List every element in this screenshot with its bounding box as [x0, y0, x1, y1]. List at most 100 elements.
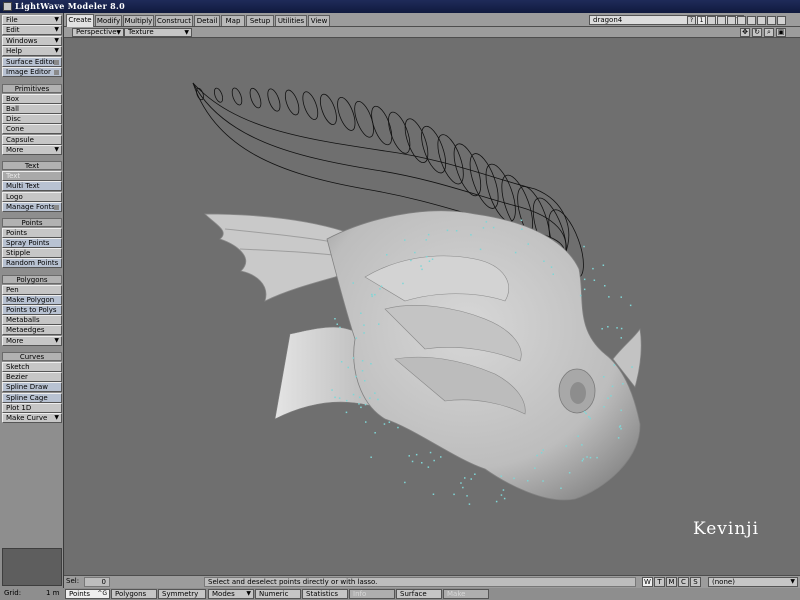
view-type-select[interactable]: Perspective ▼	[72, 28, 124, 37]
layout-5-icon[interactable]	[737, 16, 746, 25]
primitives-more-menu[interactable]: More ▼	[2, 145, 62, 155]
vertex-point	[503, 497, 506, 500]
spline-draw-tool[interactable]: Spline Draw	[2, 382, 62, 392]
vertex-point	[585, 412, 587, 415]
layout-4-icon[interactable]	[727, 16, 736, 25]
modes-menu[interactable]: Modes ▼	[208, 589, 254, 599]
tab-view[interactable]: View	[308, 15, 330, 26]
windows-menu[interactable]: Windows ▼	[2, 36, 62, 46]
layout-2-icon[interactable]	[707, 16, 716, 25]
vertex-point	[464, 477, 466, 479]
tab-create[interactable]: Create	[66, 14, 94, 27]
vertex-point	[420, 265, 422, 267]
points-to-polys-tool[interactable]: Points to Polys	[2, 305, 62, 315]
random-points-tool[interactable]: Random Points	[2, 258, 62, 268]
tab-utilities[interactable]: Utilities	[275, 15, 307, 26]
manage-fonts-tool[interactable]: Manage Fonts	[2, 202, 62, 212]
tab-detail[interactable]: Detail	[194, 15, 220, 26]
tab-map[interactable]: Map	[221, 15, 245, 26]
layer-number-icon[interactable]: ?	[687, 16, 696, 25]
pan-icon[interactable]: ✥	[740, 28, 750, 37]
surface-editor-button[interactable]: Surface Editor	[2, 57, 62, 67]
layer-s-button[interactable]: S	[690, 577, 701, 587]
shortcut-indicator-icon	[54, 205, 59, 210]
button-label: Polygons	[115, 590, 147, 598]
surface-button[interactable]: Surface	[396, 589, 442, 599]
vertex-point	[371, 293, 373, 296]
symmetry-button[interactable]: Symmetry	[158, 589, 206, 599]
edit-menu[interactable]: Edit ▼	[2, 25, 62, 35]
layout-9-icon[interactable]	[777, 16, 786, 25]
logo-tool[interactable]: Logo	[2, 192, 62, 202]
layout-6-icon[interactable]	[747, 16, 756, 25]
spray-points-tool[interactable]: Spray Points	[2, 238, 62, 248]
file-menu[interactable]: File ▼	[2, 15, 62, 25]
perspective-viewport[interactable]: Kevinji	[65, 39, 800, 575]
image-editor-button[interactable]: Image Editor	[2, 67, 62, 77]
vertex-point	[495, 500, 498, 503]
maximize-icon[interactable]: ▣	[776, 28, 786, 37]
layer-m-button[interactable]: M	[666, 577, 677, 587]
window-title: LightWave Modeler 8.0	[15, 1, 125, 11]
points-tool[interactable]: Points	[2, 228, 62, 238]
vertex-point	[593, 279, 596, 281]
tab-bar: Create Modify Multiply Construct Detail …	[64, 13, 800, 27]
stipple-tool[interactable]: Stipple	[2, 248, 62, 258]
multi-text-tool[interactable]: Multi Text	[2, 181, 62, 191]
ball-tool[interactable]: Ball	[2, 104, 62, 114]
layout-7-icon[interactable]	[757, 16, 766, 25]
tab-setup[interactable]: Setup	[246, 15, 274, 26]
box-tool[interactable]: Box	[2, 94, 62, 104]
rotate-icon[interactable]: ↻	[752, 28, 762, 37]
vertex-point	[589, 417, 591, 420]
layout-8-icon[interactable]	[767, 16, 776, 25]
vertex-point	[428, 260, 431, 262]
layer-w-button[interactable]: W	[642, 577, 653, 587]
render-mode-select[interactable]: Texture ▼	[124, 28, 192, 37]
metaballs-tool[interactable]: Metaballs	[2, 315, 62, 325]
capsule-tool[interactable]: Capsule	[2, 135, 62, 145]
polygons-more-menu[interactable]: More ▼	[2, 336, 62, 346]
statistics-button[interactable]: Statistics	[302, 589, 348, 599]
spline-cage-tool[interactable]: Spline Cage	[2, 393, 62, 403]
button-label: Numeric	[259, 590, 289, 598]
polygons-mode-button[interactable]: Polygons	[111, 589, 157, 599]
chevron-down-icon: ▼	[54, 16, 59, 23]
help-menu[interactable]: Help ▼	[2, 46, 62, 56]
vertex-point	[455, 230, 458, 232]
layout-3-icon[interactable]	[717, 16, 726, 25]
layer-t-button[interactable]: T	[654, 577, 665, 587]
layout-1-icon[interactable]: 1	[697, 16, 706, 25]
render-mode-label: Texture	[128, 28, 154, 36]
make-button[interactable]: Make	[443, 589, 489, 599]
info-button[interactable]: Info	[349, 589, 395, 599]
text-tool[interactable]: Text	[2, 171, 62, 181]
plot-1d-tool[interactable]: Plot 1D	[2, 403, 62, 413]
vertex-point	[402, 282, 404, 285]
surface-select[interactable]: (none) ▼	[708, 577, 798, 587]
app-icon	[3, 2, 12, 11]
make-polygon-tool[interactable]: Make Polygon	[2, 295, 62, 305]
vertex-point	[603, 406, 605, 408]
pen-tool[interactable]: Pen	[2, 285, 62, 295]
sidebar-item-label: Image Editor	[6, 68, 51, 76]
horn-ring	[469, 153, 499, 209]
tab-construct[interactable]: Construct	[155, 15, 193, 26]
points-mode-button[interactable]: Points ^G	[65, 589, 110, 599]
vertex-point	[370, 363, 372, 365]
tab-multiply[interactable]: Multiply	[123, 15, 154, 26]
horn-ring	[421, 125, 447, 174]
layer-c-button[interactable]: C	[678, 577, 689, 587]
disc-tool[interactable]: Disc	[2, 114, 62, 124]
metaedges-tool[interactable]: Metaedges	[2, 325, 62, 335]
vertex-point	[466, 495, 468, 497]
vertex-point	[589, 456, 592, 459]
cone-tool[interactable]: Cone	[2, 124, 62, 134]
zoom-icon[interactable]: ⌕	[764, 28, 774, 37]
vertex-point	[470, 478, 472, 480]
make-curve-menu[interactable]: Make Curve ▼	[2, 413, 62, 423]
numeric-button[interactable]: Numeric	[255, 589, 301, 599]
sketch-tool[interactable]: Sketch	[2, 362, 62, 372]
tab-modify[interactable]: Modify	[95, 15, 122, 26]
bezier-tool[interactable]: Bezier	[2, 372, 62, 382]
